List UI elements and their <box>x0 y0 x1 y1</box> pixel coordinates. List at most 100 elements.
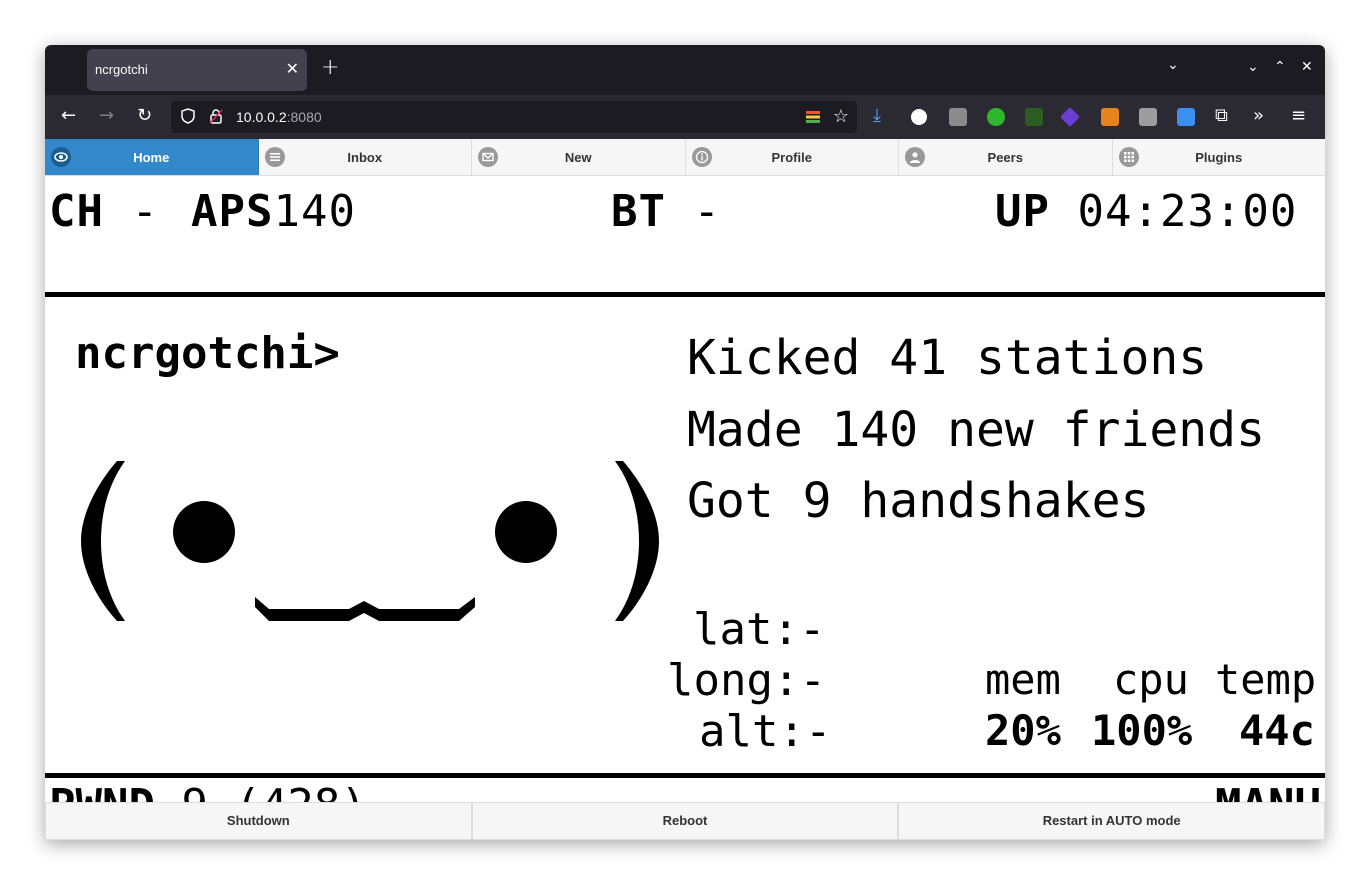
url-host: 10.0.0.2 <box>236 109 287 125</box>
shutdown-button[interactable]: Shutdown <box>45 802 472 840</box>
lat-label: lat: <box>693 604 799 655</box>
info-icon <box>691 147 712 167</box>
grid-icon <box>1118 147 1139 167</box>
url-port: :8080 <box>286 109 322 125</box>
nav-toolbar: ← → ↻ 10.0.0.2:8080 ☆ ⤓ ⧉ » ≡ <box>45 95 1325 139</box>
status-line-1: Kicked 41 stations <box>687 330 1208 386</box>
alt-value: - <box>804 706 832 757</box>
long-label: long: <box>667 655 800 706</box>
app-navbar: Home Inbox New Profile Peers Plugins <box>45 139 1325 176</box>
mem-value: 20% <box>985 706 1061 755</box>
status-line-3: Got 9 handshakes <box>687 473 1150 529</box>
lat-value: - <box>798 604 826 655</box>
gps-lat: lat:- <box>693 604 825 655</box>
temp-label: temp <box>1215 655 1317 704</box>
extension-icon[interactable] <box>987 108 1005 126</box>
nav-label: Profile <box>771 150 812 165</box>
aps-value: 140 <box>273 186 356 237</box>
uptime-value: 04:23:00 <box>1077 186 1298 237</box>
browser-window: ncrgotchi ✕ + ⌄ ⌄ ⌃ ✕ ← → ↻ 10.0.0.2:808… <box>45 45 1325 840</box>
restart-auto-button[interactable]: Restart in AUTO mode <box>898 802 1325 840</box>
aps-label: APS <box>191 186 274 237</box>
left-eye <box>173 501 235 563</box>
bookmark-star-icon[interactable]: ☆ <box>833 106 849 127</box>
nav-peers[interactable]: Peers <box>899 139 1113 175</box>
unit-name: ncrgotchi> <box>75 328 340 379</box>
channel-status: CH - <box>49 186 159 237</box>
url-text: 10.0.0.2:8080 <box>236 109 322 125</box>
bottom-divider <box>45 773 1325 778</box>
extension-icon[interactable] <box>1025 108 1043 126</box>
tab-title: ncrgotchi <box>95 62 148 77</box>
pwnd-label: PWND <box>49 780 155 802</box>
action-bar: Shutdown Reboot Restart in AUTO mode <box>45 802 1325 840</box>
gps-alt: alt:- <box>699 706 831 757</box>
nav-label: New <box>564 150 592 165</box>
mouth <box>255 597 475 621</box>
forward-icon[interactable]: → <box>99 105 114 126</box>
face: ( ●‿‿● ) <box>81 461 659 621</box>
nav-label: Peers <box>987 150 1023 165</box>
left-paren <box>81 461 125 621</box>
browser-tab[interactable]: ncrgotchi ✕ <box>87 49 307 91</box>
nav-label: Inbox <box>347 150 383 165</box>
right-eye <box>495 501 557 563</box>
back-icon[interactable]: ← <box>61 105 76 126</box>
nav-profile[interactable]: Profile <box>686 139 899 175</box>
list-all-tabs-icon[interactable]: ⌄ <box>1167 57 1179 73</box>
extension-icon[interactable] <box>949 108 967 126</box>
nav-label: Home <box>133 150 170 165</box>
overflow-menu-icon[interactable]: » <box>1253 105 1264 126</box>
cpu-value: 100% <box>1091 706 1193 755</box>
pwnd-value: 9 (428) <box>181 780 366 802</box>
hamburger-menu-icon[interactable]: ≡ <box>1291 105 1306 126</box>
long-value: - <box>799 655 826 706</box>
url-bar[interactable]: 10.0.0.2:8080 ☆ <box>171 101 857 133</box>
lock-icon[interactable] <box>209 108 223 124</box>
mode-status: MANU <box>1215 780 1321 802</box>
new-tab-icon[interactable]: + <box>321 55 339 80</box>
aps-status: APS140 <box>191 186 356 237</box>
reload-icon[interactable]: ↻ <box>137 105 152 126</box>
nav-inbox[interactable]: Inbox <box>259 139 472 175</box>
maximize-icon[interactable]: ⌃ <box>1274 59 1286 75</box>
bt-status: BT - <box>611 186 721 237</box>
nav-home[interactable]: Home <box>45 139 259 175</box>
pwnd-status: PWND 9 (428) <box>49 780 367 802</box>
channel-value: - <box>131 186 159 237</box>
uptime-label: UP <box>995 186 1050 237</box>
minimize-icon[interactable]: ⌄ <box>1247 59 1259 75</box>
temp-value: 44c <box>1239 706 1315 755</box>
eye-icon <box>51 147 71 167</box>
tab-strip: ncrgotchi ✕ + ⌄ ⌄ ⌃ ✕ <box>45 45 1325 95</box>
list-icon <box>264 147 285 167</box>
close-tab-icon[interactable]: ✕ <box>286 59 299 79</box>
mail-icon <box>478 147 498 167</box>
nav-plugins[interactable]: Plugins <box>1113 139 1326 175</box>
extensions-icon[interactable]: ⧉ <box>1215 105 1228 126</box>
channel-label: CH <box>49 186 104 237</box>
diamond-icon[interactable] <box>1177 108 1195 126</box>
pwnagotchi-display: CH - APS140 BT - UP 04:23:00 ncrgotchi> … <box>45 176 1325 802</box>
close-window-icon[interactable]: ✕ <box>1301 59 1313 75</box>
alt-label: alt: <box>699 706 805 757</box>
gps-long: long:- <box>667 655 826 706</box>
bt-label: BT <box>611 186 666 237</box>
shield-icon[interactable] <box>181 108 195 124</box>
user-icon <box>905 147 925 167</box>
downloads-icon[interactable]: ⤓ <box>873 105 881 126</box>
reboot-button[interactable]: Reboot <box>471 802 899 840</box>
extension-icon[interactable] <box>1060 107 1080 127</box>
uptime-status: UP 04:23:00 <box>995 186 1297 237</box>
nav-new[interactable]: New <box>472 139 686 175</box>
cube-icon[interactable] <box>1139 108 1157 126</box>
nav-label: Plugins <box>1195 150 1243 165</box>
mem-label: mem <box>985 655 1061 704</box>
right-paren <box>615 461 659 621</box>
status-line-2: Made 140 new friends <box>687 402 1265 458</box>
cpu-label: cpu <box>1113 655 1189 704</box>
metamask-icon[interactable] <box>1101 108 1119 126</box>
reader-icon[interactable] <box>805 109 821 125</box>
top-divider <box>45 292 1325 297</box>
notion-extension-icon[interactable] <box>911 109 927 125</box>
